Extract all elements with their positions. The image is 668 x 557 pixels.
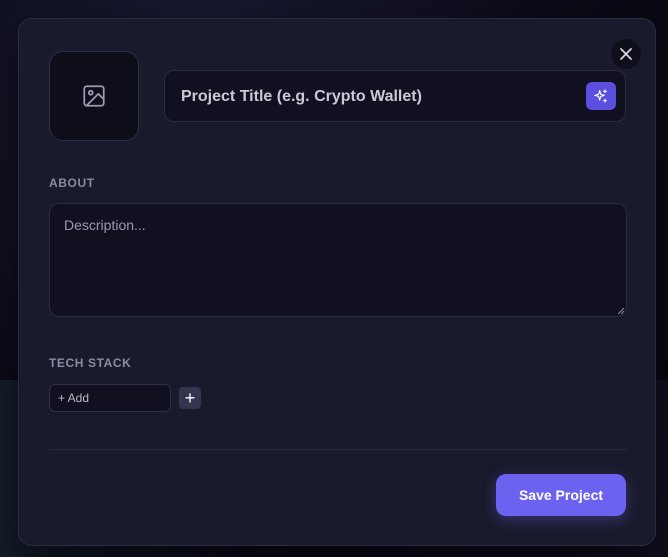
about-label: ABOUT xyxy=(49,176,95,190)
project-title-input[interactable] xyxy=(179,71,573,123)
add-tech-button[interactable]: + xyxy=(179,387,201,409)
sparkles-icon xyxy=(594,89,607,103)
close-button[interactable] xyxy=(611,39,641,69)
footer-divider xyxy=(49,449,627,450)
resize-grip-icon[interactable] xyxy=(617,307,625,315)
project-image-upload[interactable] xyxy=(49,51,139,141)
save-project-button[interactable]: Save Project xyxy=(496,474,626,516)
image-icon xyxy=(83,85,105,107)
tech-stack-label: TECH STACK xyxy=(49,356,132,370)
description-textarea[interactable] xyxy=(49,203,627,317)
edit-project-modal: ABOUT TECH STACK + Save Project xyxy=(18,18,656,546)
close-icon xyxy=(620,48,632,60)
ai-generate-button[interactable] xyxy=(586,82,616,110)
project-title-field xyxy=(164,70,626,123)
tech-stack-input[interactable] xyxy=(49,384,171,412)
